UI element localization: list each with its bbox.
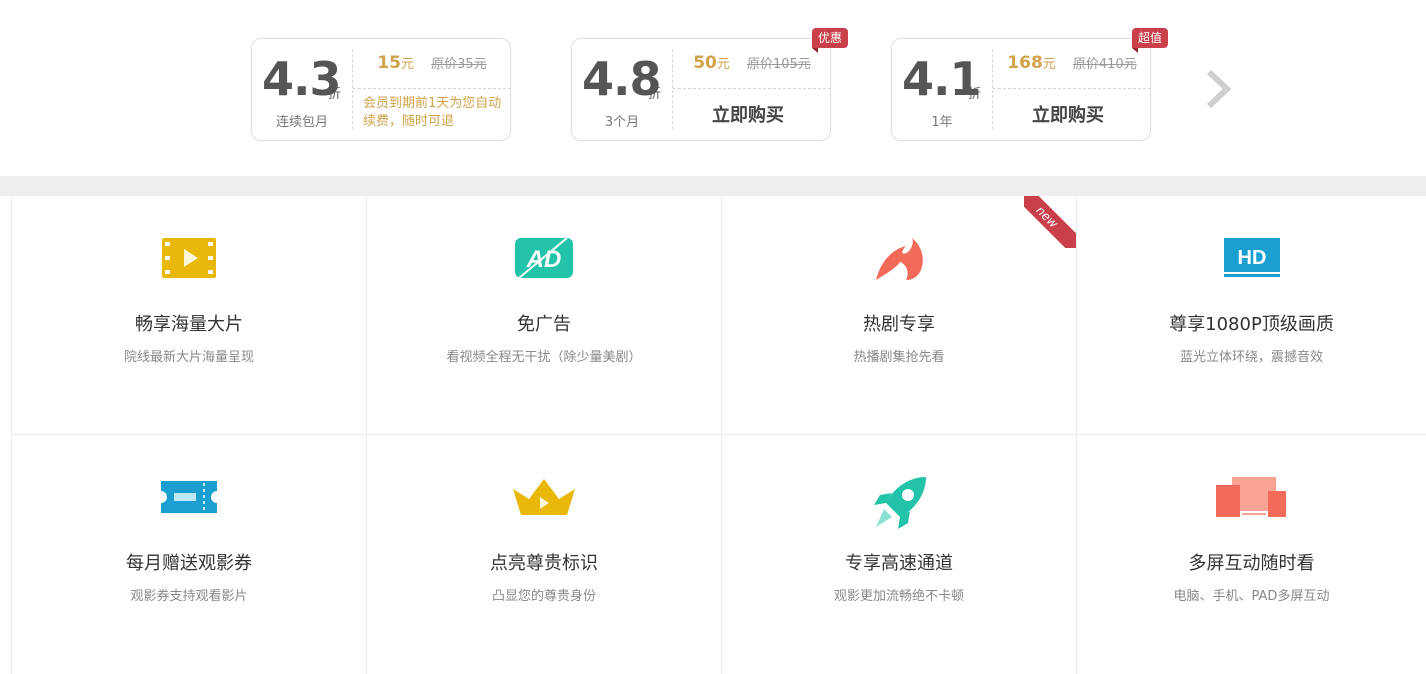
chevron-right-icon[interactable] [1203, 68, 1233, 110]
plan-original-price: 原价105元 [746, 57, 811, 72]
plan-price-unit: 元 [1042, 57, 1056, 72]
feature-title: 每月赠送观影券 [126, 553, 252, 574]
feature-description: 热播剧集抢先看 [853, 350, 945, 365]
plan-period: 1年 [931, 115, 953, 130]
plan-discount-unit: 折 [968, 87, 982, 102]
plan-period: 连续包月 [275, 115, 328, 130]
plan-price-row: 168元 原价410元 [993, 53, 1151, 89]
feature-description: 看视频全程无干扰（除少量美剧） [446, 350, 642, 365]
buy-now-button[interactable]: 立即购买 [673, 101, 823, 127]
plan-discount-unit: 折 [648, 87, 662, 102]
multi-screen-icon [1215, 475, 1288, 523]
plan-auto-renew-note: 会员到期前1天为您自动续费，随时可退 [363, 96, 502, 129]
feature-fast-lane: 专享高速通道 观影更加流畅绝不卡顿 [721, 435, 1076, 674]
feature-multi-screen: 多屏互动随时看 电脑、手机、PAD多屏互动 [1076, 435, 1426, 674]
plan-original-price: 原价35元 [431, 57, 487, 72]
plan-price-row: 50元 原价105元 [673, 53, 831, 89]
new-corner-label: new [1024, 196, 1076, 248]
feature-description: 观影券支持观看影片 [130, 589, 248, 604]
feature-title: 畅享海量大片 [135, 314, 243, 335]
plan-3-months[interactable]: 优惠 4.8 折 3个月 50元 原价105元 立即购买 [571, 28, 848, 141]
buy-now-button[interactable]: 立即购买 [993, 101, 1143, 127]
ad-icon-text: AD [526, 246, 562, 273]
plan-price: 15 [377, 53, 401, 73]
crown-icon [511, 475, 577, 523]
feature-title: 多屏互动随时看 [1188, 553, 1315, 574]
feature-description: 院线最新大片海量呈现 [123, 350, 254, 365]
plan-original-price: 原价410元 [1072, 57, 1137, 72]
plan-price-area: 15元 原价35元 会员到期前1天为您自动续费，随时可退 [353, 39, 511, 140]
rocket-icon [870, 475, 928, 535]
plan-price-row: 15元 原价35元 [353, 53, 511, 89]
feature-tickets: 每月赠送观影券 观影券支持观看影片 [11, 435, 366, 674]
feature-title: 专享高速通道 [845, 553, 953, 574]
hd-icon-text: HD [1237, 247, 1266, 269]
feature-title: 点亮尊贵标识 [490, 553, 598, 574]
plan-discount-area: 4.3 折 连续包月 [252, 39, 352, 140]
feature-description: 凸显您的尊贵身份 [491, 589, 596, 604]
plan-price-unit: 元 [716, 57, 730, 72]
feature-grid: 畅享海量大片 院线最新大片海量呈现 AD 免广告 看视频全程无干扰（除少量美剧）… [0, 196, 1426, 674]
plan-discount-area: 4.1 折 1年 [892, 39, 992, 140]
section-divider [0, 176, 1426, 196]
ticket-icon [161, 475, 217, 523]
plan-period: 3个月 [604, 115, 640, 130]
feature-badge: 点亮尊贵标识 凸显您的尊贵身份 [366, 435, 721, 674]
feature-movies: 畅享海量大片 院线最新大片海量呈现 [11, 196, 366, 435]
plan-1-year[interactable]: 超值 4.1 折 1年 168元 原价410元 立即购买 [891, 28, 1168, 141]
feature-title: 热剧专享 [863, 314, 935, 335]
plan-price-unit: 元 [401, 57, 415, 72]
plan-discount-area: 4.8 折 3个月 [572, 39, 672, 140]
pricing-plans: 4.3 折 连续包月 15元 原价35元 会员到期前1天为您自动续费，随时可退 … [0, 0, 1426, 176]
plan-monthly[interactable]: 4.3 折 连续包月 15元 原价35元 会员到期前1天为您自动续费，随时可退 [251, 38, 511, 141]
plan-discount-unit: 折 [328, 87, 342, 102]
new-corner-badge: new [1024, 196, 1076, 248]
flame-icon [872, 236, 926, 286]
film-icon [162, 236, 216, 284]
feature-1080p: HD 尊享1080P顶级画质 蓝光立体环绕，震撼音效 [1076, 196, 1426, 435]
hd-icon: HD [1223, 236, 1281, 284]
feature-description: 电脑、手机、PAD多屏互动 [1173, 589, 1330, 604]
plan-price: 168 [1007, 53, 1043, 73]
plan-price-area: 168元 原价410元 立即购买 [993, 39, 1151, 140]
feature-title: 免广告 [517, 314, 571, 335]
feature-description: 观影更加流畅绝不卡顿 [833, 589, 964, 604]
feature-hot-drama: new 热剧专享 热播剧集抢先看 [721, 196, 1076, 435]
feature-description: 蓝光立体环绕，震撼音效 [1179, 350, 1323, 365]
feature-title: 尊享1080P顶级画质 [1169, 314, 1334, 335]
plan-price: 50 [693, 53, 717, 73]
ad-free-icon: AD [515, 236, 573, 284]
feature-ad-free: AD 免广告 看视频全程无干扰（除少量美剧） [366, 196, 721, 435]
plan-price-area: 50元 原价105元 立即购买 [673, 39, 831, 140]
